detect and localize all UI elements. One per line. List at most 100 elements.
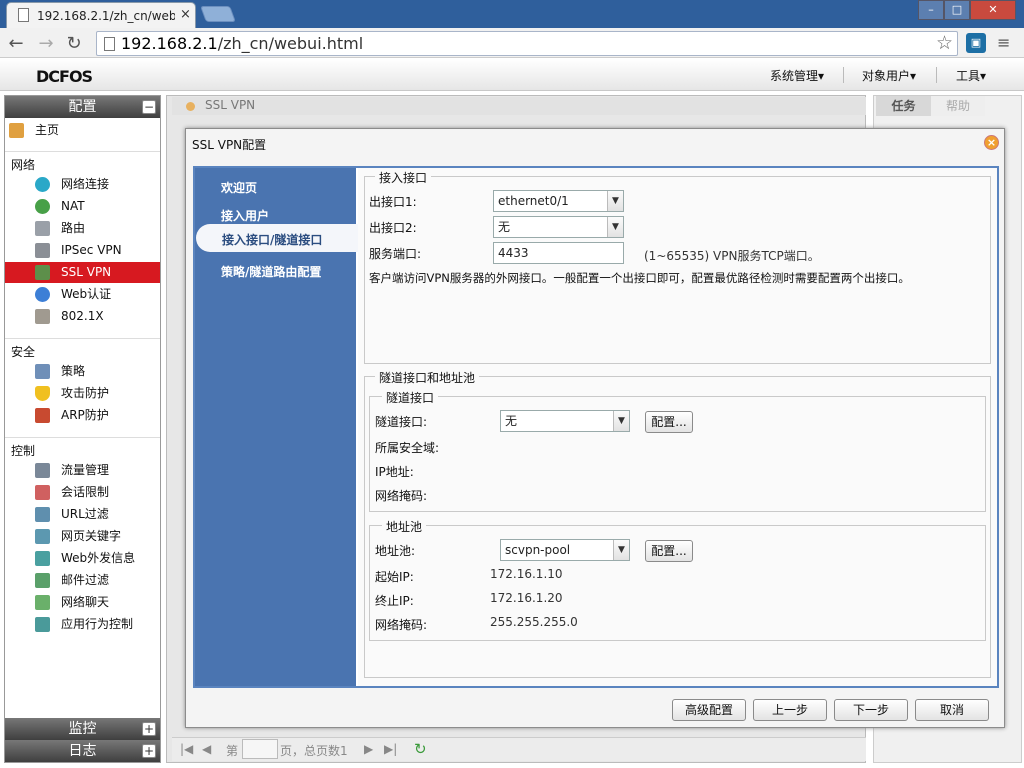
tab-close-icon[interactable]: × — [180, 7, 191, 22]
tunnel-iface-select[interactable]: 无 ▼ — [500, 410, 630, 432]
interface-note: 客户端访问VPN服务器的外网接口。一般配置一个出接口即可，配置最优路径检测时需要… — [369, 271, 910, 285]
chevron-down-icon: ▼ — [613, 411, 629, 431]
divider — [5, 151, 160, 152]
tunnel-config-button[interactable]: 配置... — [645, 411, 693, 433]
sidebar-item-network-connection[interactable]: 网络连接 — [5, 174, 160, 195]
egress1-select[interactable]: ethernet0/1 ▼ — [493, 190, 624, 212]
menu-tools[interactable]: 工具▾ — [956, 67, 986, 84]
advanced-config-button[interactable]: 高级配置 — [672, 699, 746, 721]
step-policy-routes[interactable]: 策略/隧道路由配置 — [221, 263, 321, 280]
sidebar-item-ipsec-vpn[interactable]: IPSec VPN — [5, 240, 160, 261]
app-control-icon — [35, 617, 50, 632]
next-step-button[interactable]: 下一步 — [834, 699, 908, 721]
mail-icon — [35, 573, 50, 588]
sidebar-item-attack-protection[interactable]: 攻击防护 — [5, 383, 160, 404]
sidebar-item-chat[interactable]: 网络聊天 — [5, 592, 160, 613]
route-icon — [35, 221, 50, 236]
sidebar-item-arp-protection[interactable]: ARP防护 — [5, 405, 160, 426]
extension-icon[interactable]: ▣ — [966, 33, 986, 53]
step-content: 接入接口 出接口1: ethernet0/1 ▼ 出接口2: 无 ▼ 服务端口:… — [358, 168, 997, 686]
last-page-icon[interactable]: ▶| — [384, 742, 397, 756]
sidebar-item-web-auth[interactable]: Web认证 — [5, 284, 160, 305]
traffic-icon — [35, 463, 50, 478]
browser-menu-icon[interactable]: ≡ — [997, 33, 1010, 52]
next-page-icon[interactable]: ▶ — [364, 742, 373, 756]
address-bar[interactable]: 192.168.2.1/zh_cn/webui.html ☆ — [96, 31, 958, 56]
tab-task[interactable]: 任务 — [876, 96, 931, 116]
sidebar-item-nat[interactable]: NAT — [5, 196, 160, 217]
menu-system-management[interactable]: 系统管理▾ — [770, 67, 824, 84]
browser-tab-bar: 192.168.2.1/zh_cn/webui × – □ ✕ — [0, 0, 1024, 28]
sidebar-item-route[interactable]: 路由 — [5, 218, 160, 239]
egress2-select[interactable]: 无 ▼ — [493, 216, 624, 238]
shield-icon — [35, 386, 50, 401]
window-maximize-button[interactable]: □ — [944, 0, 970, 20]
sidebar-item-ssl-vpn[interactable]: SSL VPN — [5, 262, 160, 283]
sidebar-item-8021x[interactable]: 802.1X — [5, 306, 160, 327]
sidebar-item-policy[interactable]: 策略 — [5, 361, 160, 382]
new-tab-button[interactable] — [200, 6, 236, 22]
page-icon — [104, 37, 115, 51]
refresh-icon[interactable]: ↻ — [414, 740, 427, 758]
sidebar-item-traffic[interactable]: 流量管理 — [5, 460, 160, 481]
forward-arrow-icon[interactable]: → — [36, 33, 56, 54]
app-header: DCFOS 系统管理▾ 对象用户▾ 工具▾ — [0, 59, 1024, 91]
collapse-icon[interactable]: − — [142, 100, 156, 114]
menu-object-users[interactable]: 对象用户▾ — [862, 67, 916, 84]
back-arrow-icon[interactable]: ← — [6, 33, 26, 54]
divider — [5, 437, 160, 438]
page-suffix: 页，总页数1 — [280, 744, 348, 758]
sidebar-item-label: 会话限制 — [61, 485, 110, 499]
sidebar-item-url-filter[interactable]: URL过滤 — [5, 504, 160, 525]
egress1-label: 出接口1: — [369, 195, 417, 209]
browser-tab[interactable]: 192.168.2.1/zh_cn/webui × — [6, 2, 196, 28]
bookmark-star-icon[interactable]: ☆ — [936, 32, 953, 54]
prev-page-icon[interactable]: ◀ — [202, 742, 211, 756]
sidebar-item-label: 策略 — [61, 364, 86, 378]
port-input[interactable]: 4433 — [493, 242, 624, 264]
monitor-panel-header[interactable]: 监控 + — [5, 718, 160, 740]
pool-label: 地址池: — [375, 544, 416, 558]
log-panel-header[interactable]: 日志 + — [5, 740, 160, 762]
browser-toolbar: ← → ↻ 192.168.2.1/zh_cn/webui.html ☆ ▣ ≡ — [0, 28, 1024, 58]
pool-config-button[interactable]: 配置... — [645, 540, 693, 562]
reload-icon[interactable]: ↻ — [64, 33, 84, 54]
sidebar-item-label: 路由 — [61, 221, 86, 235]
end-ip-label: 终止IP: — [375, 594, 414, 608]
sidebar-item-label: SSL VPN — [61, 265, 112, 279]
step-welcome[interactable]: 欢迎页 — [221, 179, 257, 196]
browser-tab-title: 192.168.2.1/zh_cn/webui — [37, 9, 175, 23]
close-icon[interactable]: × — [984, 135, 999, 150]
expand-icon[interactable]: + — [142, 722, 156, 736]
sidebar-item-mail-filter[interactable]: 邮件过滤 — [5, 570, 160, 591]
cancel-button[interactable]: 取消 — [915, 699, 989, 721]
egress2-value: 无 — [498, 220, 511, 234]
url-path: /zh_cn/webui.html — [217, 34, 364, 53]
first-page-icon[interactable]: |◀ — [180, 742, 193, 756]
window-minimize-button[interactable]: – — [918, 0, 944, 20]
start-ip-label: 起始IP: — [375, 570, 414, 584]
sidebar-item-label: Web认证 — [61, 287, 112, 301]
tunnel-pool-legend: 隧道接口和地址池 — [375, 369, 480, 386]
expand-icon[interactable]: + — [142, 744, 156, 758]
config-panel-header[interactable]: 配置 − — [5, 96, 160, 118]
sidebar-item-home[interactable]: 主页 — [5, 120, 160, 141]
sidebar-item-session-limit[interactable]: 会话限制 — [5, 482, 160, 503]
tab-help[interactable]: 帮助 — [931, 96, 985, 116]
page-icon — [18, 8, 29, 22]
step-access-users[interactable]: 接入用户 — [221, 207, 269, 224]
sidebar-item-keyword[interactable]: 网页关键字 — [5, 526, 160, 547]
sidebar-item-label: Web外发信息 — [61, 551, 136, 565]
window-close-button[interactable]: ✕ — [970, 0, 1016, 20]
session-icon — [35, 485, 50, 500]
tunnel-interface-group: 隧道接口 隧道接口: 无 ▼ 配置... 所属安全域: IP地址: 网络掩码: — [369, 389, 986, 512]
sidebar-item-web-out[interactable]: Web外发信息 — [5, 548, 160, 569]
access-interface-legend: 接入接口 — [375, 169, 432, 186]
step-interfaces[interactable]: 接入接口/隧道接口 — [196, 224, 358, 252]
pool-select[interactable]: scvpn-pool ▼ — [500, 539, 630, 561]
sidebar-item-app-control[interactable]: 应用行为控制 — [5, 614, 160, 635]
prev-step-button[interactable]: 上一步 — [753, 699, 827, 721]
page-input[interactable] — [242, 739, 278, 759]
url-text: 192.168.2.1/zh_cn/webui.html — [121, 34, 363, 53]
page-prefix: 第 — [226, 744, 239, 758]
